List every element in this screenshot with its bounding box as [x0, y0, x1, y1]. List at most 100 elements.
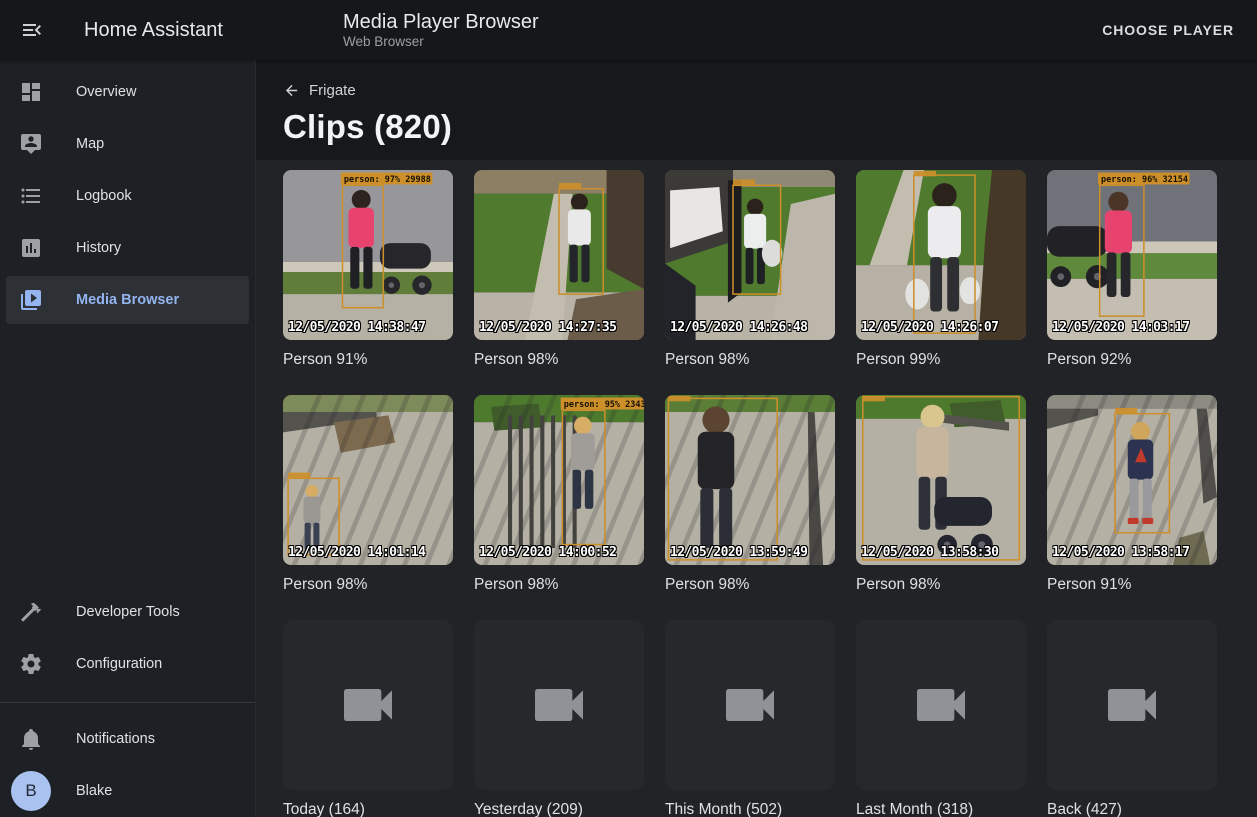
folder-card-last-month[interactable]: Last Month (318): [856, 620, 1026, 817]
svg-text:person: 95% 23432: person: 95% 23432: [564, 400, 644, 410]
sidebar-user-blake[interactable]: B Blake: [6, 767, 249, 815]
svg-text:person: 97% 29988: person: 97% 29988: [344, 175, 431, 185]
clip-scene-image: [283, 395, 453, 565]
ha-title: Home Assistant: [84, 19, 223, 42]
clip-card[interactable]: 12/05/2020 14:26:48 Person 98%: [665, 170, 835, 369]
clip-scene-image: person: 96% 32154: [1047, 170, 1217, 340]
clip-timestamp-overlay: 12/05/2020 14:26:48: [670, 320, 807, 335]
clip-thumbnail: 12/05/2020 13:58:30: [856, 395, 1026, 565]
app-bar-left: Home Assistant: [0, 18, 256, 42]
clip-caption: Person 98%: [283, 576, 453, 594]
user-avatar: B: [11, 771, 51, 811]
svg-text:person: 96% 32154: person: 96% 32154: [1101, 175, 1188, 185]
breadcrumb-label: Frigate: [309, 82, 356, 99]
sidebar-item-label: Logbook: [76, 188, 132, 204]
clip-thumbnail: 12/05/2020 14:27:35: [474, 170, 644, 340]
clip-card[interactable]: 12/05/2020 14:26:07 Person 99%: [856, 170, 1026, 369]
clip-thumbnail: person: 95% 23432 12/05/2020 14:00:52: [474, 395, 644, 565]
clip-card[interactable]: person: 97% 29988 12/05/2020 14:38:47 Pers…: [283, 170, 453, 369]
user-name-label: Blake: [76, 783, 112, 799]
sidebar-spacer: [0, 326, 255, 586]
clip-card[interactable]: person: 95% 23432 12/05/2020 14:00:52 Pers…: [474, 395, 644, 594]
folder-card-this-month[interactable]: This Month (502): [665, 620, 835, 817]
folder-card-yesterday[interactable]: Yesterday (209): [474, 620, 644, 817]
clip-timestamp-overlay: 12/05/2020 14:27:35: [479, 320, 616, 335]
clip-caption: Person 99%: [856, 351, 1026, 369]
page-subtitle: Web Browser: [343, 33, 1102, 50]
clip-timestamp-overlay: 12/05/2020 13:58:30: [861, 545, 998, 560]
app-window: Home Assistant Media Player Browser Web …: [0, 0, 1257, 817]
clip-caption: Person 98%: [474, 351, 644, 369]
clip-card[interactable]: 12/05/2020 13:59:49 Person 98%: [665, 395, 835, 594]
sidebar-item-overview[interactable]: Overview: [6, 68, 249, 116]
clip-scene-image: [856, 395, 1026, 565]
folder-label: Back (427): [1047, 801, 1217, 817]
clip-card[interactable]: person: 96% 32154 12/05/2020 14:03:17 Pers…: [1047, 170, 1217, 369]
clips-grid: person: 97% 29988 12/05/2020 14:38:47 Pers…: [283, 170, 1217, 817]
sidebar-item-history[interactable]: History: [6, 224, 249, 272]
sidebar-toggle-icon[interactable]: [20, 18, 44, 42]
sidebar-item-label: Map: [76, 136, 104, 152]
sidebar-item-developer-tools[interactable]: Developer Tools: [6, 588, 249, 636]
folder-label: Today (164): [283, 801, 453, 817]
sidebar-item-label: Overview: [76, 84, 136, 100]
sidebar: Overview Map Logbook History Media Browser De…: [0, 60, 256, 817]
clip-thumbnail: 12/05/2020 14:26:48: [665, 170, 835, 340]
page-heading: Media Player Browser Web Browser: [256, 11, 1102, 50]
folder-label: This Month (502): [665, 801, 835, 817]
video-camera-icon: [909, 673, 973, 737]
clip-caption: Person 98%: [665, 351, 835, 369]
sidebar-item-map[interactable]: Map: [6, 120, 249, 168]
clip-scene-image: person: 97% 29988: [283, 170, 453, 340]
clip-timestamp-overlay: 12/05/2020 14:38:47: [288, 320, 425, 335]
clip-caption: Person 98%: [474, 576, 644, 594]
sidebar-item-label: Notifications: [76, 731, 155, 747]
clip-caption: Person 98%: [856, 576, 1026, 594]
clip-scene-image: [1047, 395, 1217, 565]
clip-timestamp-overlay: 12/05/2020 14:00:52: [479, 545, 616, 560]
clip-card[interactable]: 12/05/2020 14:27:35 Person 98%: [474, 170, 644, 369]
clip-thumbnail: 12/05/2020 14:01:14: [283, 395, 453, 565]
sidebar-item-label: Developer Tools: [76, 604, 180, 620]
folder-label: Yesterday (209): [474, 801, 644, 817]
hammer-icon: [19, 600, 43, 624]
folder-thumbnail: [1047, 620, 1217, 790]
clips-page-title: Clips (820): [283, 108, 1257, 146]
folder-thumbnail: [283, 620, 453, 790]
sidebar-item-media-browser[interactable]: Media Browser: [6, 276, 249, 324]
sidebar-item-configuration[interactable]: Configuration: [6, 640, 249, 688]
clip-caption: Person 92%: [1047, 351, 1217, 369]
clip-card[interactable]: 12/05/2020 13:58:30 Person 98%: [856, 395, 1026, 594]
clip-timestamp-overlay: 12/05/2020 14:03:17: [1052, 320, 1189, 335]
folder-thumbnail: [474, 620, 644, 790]
tooltip-account-icon: [19, 132, 43, 156]
clip-card[interactable]: 12/05/2020 13:58:17Person 91%: [1047, 395, 1217, 594]
folder-card-back[interactable]: Back (427): [1047, 620, 1217, 817]
clip-timestamp-overlay: 12/05/2020 14:26:07: [861, 320, 998, 335]
sidebar-item-label: History: [76, 240, 121, 256]
back-arrow-icon: [283, 82, 300, 99]
choose-player-button[interactable]: CHOOSE PLAYER: [1102, 22, 1257, 38]
clip-card[interactable]: 12/05/2020 14:01:14 Person 98%: [283, 395, 453, 594]
clip-scene-image: person: 95% 23432: [474, 395, 644, 565]
clip-scene-image: [665, 170, 835, 340]
video-camera-icon: [1100, 673, 1164, 737]
sidebar-item-notifications[interactable]: Notifications: [6, 715, 249, 763]
app-bar: Home Assistant Media Player Browser Web …: [0, 0, 1257, 60]
clip-caption: Person 98%: [665, 576, 835, 594]
clip-thumbnail: 12/05/2020 14:26:07: [856, 170, 1026, 340]
clip-timestamp-overlay: 12/05/2020 13:59:49: [670, 545, 807, 560]
clip-thumbnail: 12/05/2020 13:59:49: [665, 395, 835, 565]
folder-card-today[interactable]: Today (164): [283, 620, 453, 817]
video-camera-icon: [527, 673, 591, 737]
clip-caption: Person 91%: [283, 351, 453, 369]
folder-thumbnail: [665, 620, 835, 790]
clip-scene-image: [474, 170, 644, 340]
clip-thumbnail: 12/05/2020 13:58:17: [1047, 395, 1217, 565]
video-camera-icon: [336, 673, 400, 737]
sidebar-item-label: Media Browser: [76, 292, 179, 308]
breadcrumb[interactable]: Frigate: [283, 82, 356, 99]
sidebar-item-label: Configuration: [76, 656, 162, 672]
sidebar-item-logbook[interactable]: Logbook: [6, 172, 249, 220]
format-list-bulleted-icon: [19, 184, 43, 208]
